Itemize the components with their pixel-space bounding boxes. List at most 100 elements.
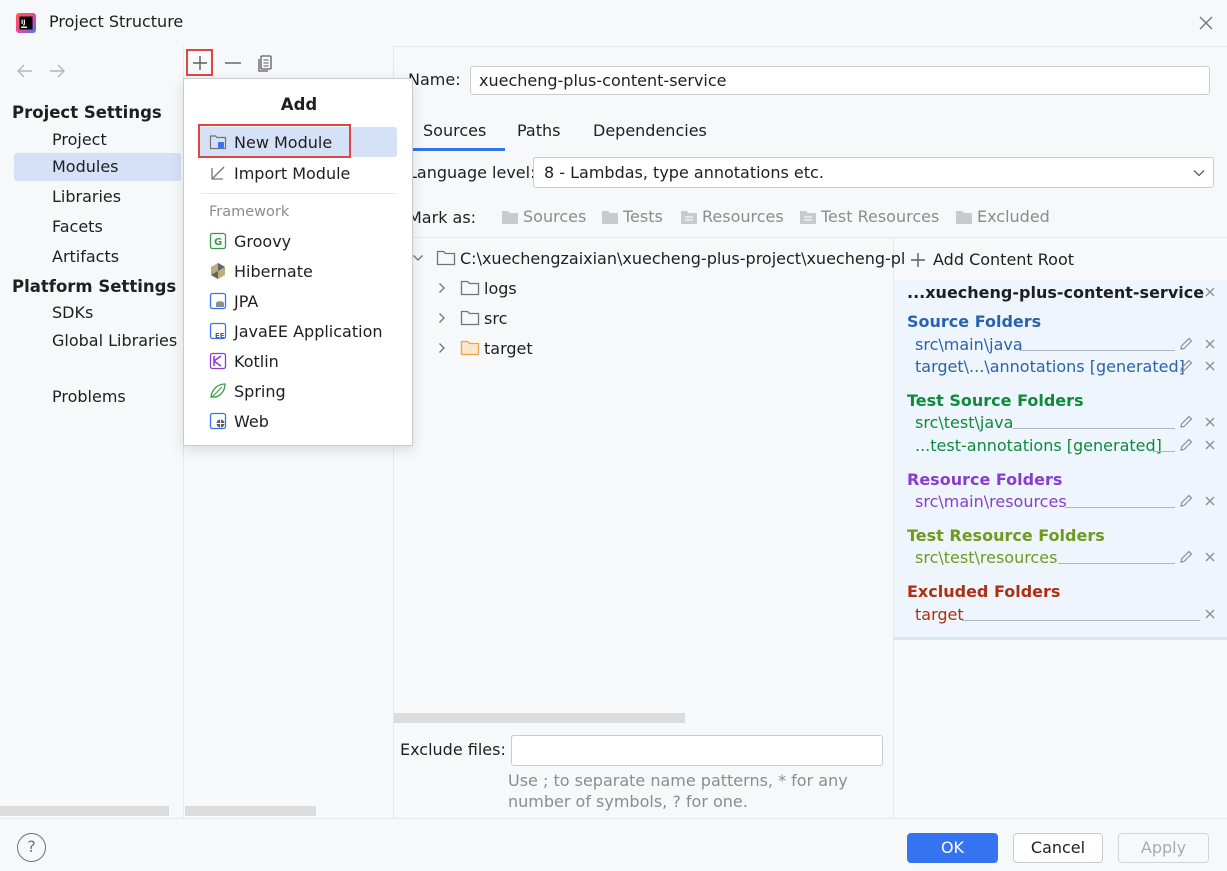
- pencil-icon[interactable]: [1178, 437, 1194, 453]
- sidebar-item-sdks[interactable]: SDKs: [14, 299, 181, 327]
- close-icon[interactable]: [1204, 360, 1216, 372]
- tree-label-src: src: [484, 308, 508, 328]
- menu-item-groovy[interactable]: G Groovy: [199, 226, 397, 256]
- popup-title: Add: [280, 95, 318, 114]
- menu-item-javaee-application[interactable]: EE JavaEE Application: [199, 316, 397, 346]
- tree-horizontal-scrollbar[interactable]: [394, 713, 685, 723]
- close-icon[interactable]: [1204, 416, 1216, 428]
- mark-as-label: Mark as:: [408, 208, 477, 227]
- tab-paths[interactable]: Paths: [517, 121, 560, 140]
- test-source-folders-heading: Test Source Folders: [907, 391, 1084, 410]
- close-icon[interactable]: [1204, 551, 1216, 563]
- mark-tests-label: Tests: [623, 207, 663, 226]
- mark-sources-label: Sources: [523, 207, 587, 226]
- mark-resources-button[interactable]: Resources: [680, 207, 784, 226]
- help-button[interactable]: ?: [17, 833, 46, 862]
- sidebar-item-global-libraries[interactable]: Global Libraries: [14, 327, 181, 355]
- module-list-horizontal-scrollbar[interactable]: [185, 806, 316, 816]
- menu-item-web[interactable]: Web: [199, 406, 397, 436]
- copy-button[interactable]: [254, 52, 276, 74]
- name-label: Name:: [408, 70, 461, 89]
- add-button[interactable]: [186, 49, 213, 76]
- mark-test-resources-button[interactable]: Test Resources: [799, 207, 939, 226]
- chevron-right-icon: [439, 313, 445, 323]
- exclude-hint-line-1: Use ; to separate name patterns, * for a…: [508, 771, 848, 790]
- pencil-icon[interactable]: [1178, 358, 1194, 374]
- remove-content-root-icon[interactable]: [1204, 286, 1216, 298]
- pencil-icon[interactable]: [1178, 414, 1194, 430]
- close-icon[interactable]: [1204, 338, 1216, 350]
- menu-item-import-module[interactable]: Import Module: [199, 158, 397, 188]
- menu-item-kotlin[interactable]: Kotlin: [199, 346, 397, 376]
- apply-button[interactable]: Apply: [1118, 833, 1209, 863]
- mark-sources-button[interactable]: Sources: [501, 207, 586, 226]
- pencil-icon[interactable]: [1178, 549, 1194, 565]
- tab-dependencies[interactable]: Dependencies: [593, 121, 707, 140]
- test-source-folder-path: ...test-annotations [generated]: [915, 436, 1162, 455]
- title-bar: [0, 0, 1227, 46]
- menu-item-jpa[interactable]: JPA: [199, 286, 397, 316]
- menu-separator: [201, 193, 397, 194]
- excluded-folders-heading: Excluded Folders: [907, 582, 1061, 601]
- groovy-icon: G: [209, 232, 227, 250]
- mark-excluded-label: Excluded: [977, 207, 1050, 226]
- ok-button[interactable]: OK: [907, 833, 998, 863]
- menu-item-label: JavaEE Application: [234, 321, 383, 341]
- exclude-files-input[interactable]: [511, 735, 883, 766]
- dotted-leader: [1065, 507, 1175, 508]
- remove-button[interactable]: [222, 52, 244, 74]
- folder-icon: [502, 210, 518, 224]
- tree-row-logs[interactable]: logs: [436, 274, 517, 302]
- tree-root-row[interactable]: C:\xuechengzaixian\xuecheng-plus-project…: [412, 244, 905, 272]
- close-icon[interactable]: [1204, 439, 1216, 451]
- copy-icon: [258, 55, 272, 72]
- cancel-button[interactable]: Cancel: [1013, 833, 1103, 863]
- highlight-outline: [198, 124, 351, 158]
- sidebar-horizontal-scrollbar[interactable]: [0, 806, 169, 816]
- sidebar-item-modules[interactable]: Modules: [14, 153, 181, 181]
- test-resources-folder-icon: [800, 210, 816, 224]
- close-icon[interactable]: [1204, 608, 1216, 620]
- pencil-icon[interactable]: [1178, 493, 1194, 509]
- mark-tests-button[interactable]: Tests: [601, 207, 663, 226]
- add-popup-menu: Add New Module Import Module Framework G…: [183, 78, 413, 446]
- svg-text:IJ: IJ: [21, 19, 25, 26]
- minus-icon: [225, 62, 241, 64]
- folder-icon: [460, 310, 480, 326]
- folder-icon: [436, 250, 456, 266]
- import-module-icon: [211, 166, 225, 180]
- forward-arrow-icon[interactable]: [46, 61, 68, 81]
- module-name-input[interactable]: [470, 66, 1210, 95]
- tree-root-label: C:\xuechengzaixian\xuecheng-plus-project…: [460, 248, 906, 268]
- window-title: Project Structure: [49, 12, 184, 31]
- add-content-root-label: Add Content Root: [933, 250, 1075, 269]
- pencil-icon[interactable]: [1178, 336, 1194, 352]
- dotted-leader: [962, 620, 1200, 621]
- menu-item-label: Kotlin: [234, 351, 279, 371]
- language-level-select[interactable]: 8 - Lambdas, type annotations etc.: [533, 157, 1214, 188]
- plus-icon: [192, 55, 207, 70]
- jpa-icon: [209, 292, 227, 310]
- sidebar-item-facets[interactable]: Facets: [14, 213, 181, 241]
- sidebar-item-problems[interactable]: Problems: [14, 383, 181, 411]
- sidebar-item-libraries[interactable]: Libraries: [14, 183, 181, 211]
- menu-item-hibernate[interactable]: Hibernate: [199, 256, 397, 286]
- tree-row-src[interactable]: src: [436, 304, 507, 332]
- menu-item-spring[interactable]: Spring: [199, 376, 397, 406]
- exclude-hint-line-2: number of symbols, ? for one.: [508, 792, 748, 811]
- tab-sources[interactable]: Sources: [423, 121, 486, 140]
- sidebar-item-artifacts[interactable]: Artifacts: [14, 243, 181, 271]
- web-icon: [209, 412, 227, 430]
- close-icon[interactable]: [1204, 495, 1216, 507]
- back-arrow-icon[interactable]: [14, 61, 36, 81]
- close-icon[interactable]: [1196, 13, 1216, 33]
- intellij-logo-icon: IJ: [16, 13, 36, 33]
- source-folders-heading: Source Folders: [907, 312, 1042, 331]
- mark-excluded-button[interactable]: Excluded: [955, 207, 1050, 226]
- tree-row-target[interactable]: target: [436, 334, 533, 362]
- dotted-leader: [1013, 428, 1175, 429]
- test-source-folder-path: src\test\java: [915, 413, 1014, 432]
- sidebar-item-project[interactable]: Project: [14, 126, 181, 154]
- javaee-icon: EE: [209, 322, 227, 340]
- add-content-root-button[interactable]: Add Content Root: [910, 250, 1074, 269]
